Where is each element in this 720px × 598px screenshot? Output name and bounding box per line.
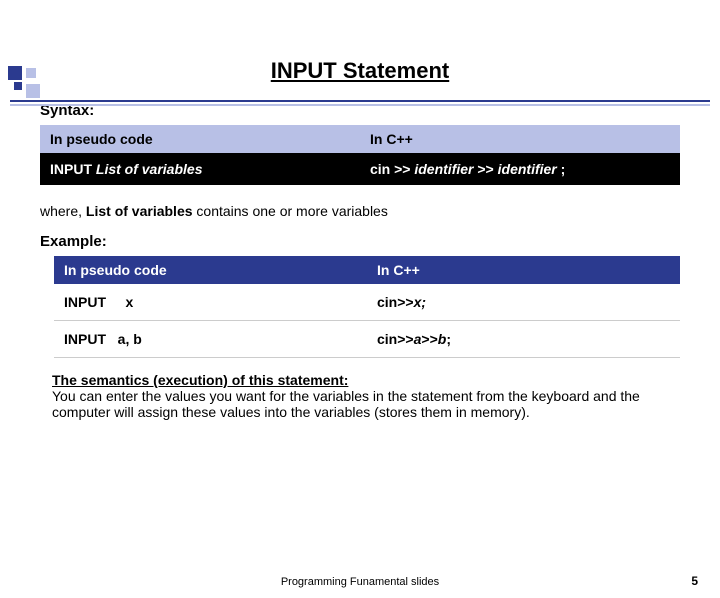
page-number: 5 (691, 574, 698, 588)
semantics-block: The semantics (execution) of this statem… (0, 372, 720, 420)
example-r1-left: INPUT x (54, 284, 367, 321)
syntax-cell-left: INPUT List of variables (40, 153, 360, 185)
example-r2-left: INPUT a, b (54, 321, 367, 358)
syntax-cell-right: cin >> identifier >> identifier ; (360, 153, 680, 185)
semantics-body: You can enter the values you want for th… (52, 388, 640, 420)
rule-light (10, 104, 710, 106)
example-table: In pseudo code In C++ INPUT x cin>>x; IN… (54, 256, 680, 358)
example-label: Example: (40, 233, 680, 250)
syntax-head-right: In C++ (360, 125, 680, 153)
syntax-head-left: In pseudo code (40, 125, 360, 153)
example-r1-right: cin>>x; (367, 284, 680, 321)
example-r2-right: cin>>a>>b; (367, 321, 680, 358)
example-head-left: In pseudo code (54, 256, 367, 284)
semantics-heading: The semantics (execution) of this statem… (52, 372, 348, 388)
slide-title: INPUT Statement (0, 58, 720, 84)
where-text: where, List of variables contains one or… (40, 203, 680, 219)
footer-text: Programming Funamental slides (0, 576, 720, 588)
rule-dark (10, 100, 710, 102)
example-head-right: In C++ (367, 256, 680, 284)
syntax-table: In pseudo code In C++ INPUT List of vari… (40, 125, 680, 185)
